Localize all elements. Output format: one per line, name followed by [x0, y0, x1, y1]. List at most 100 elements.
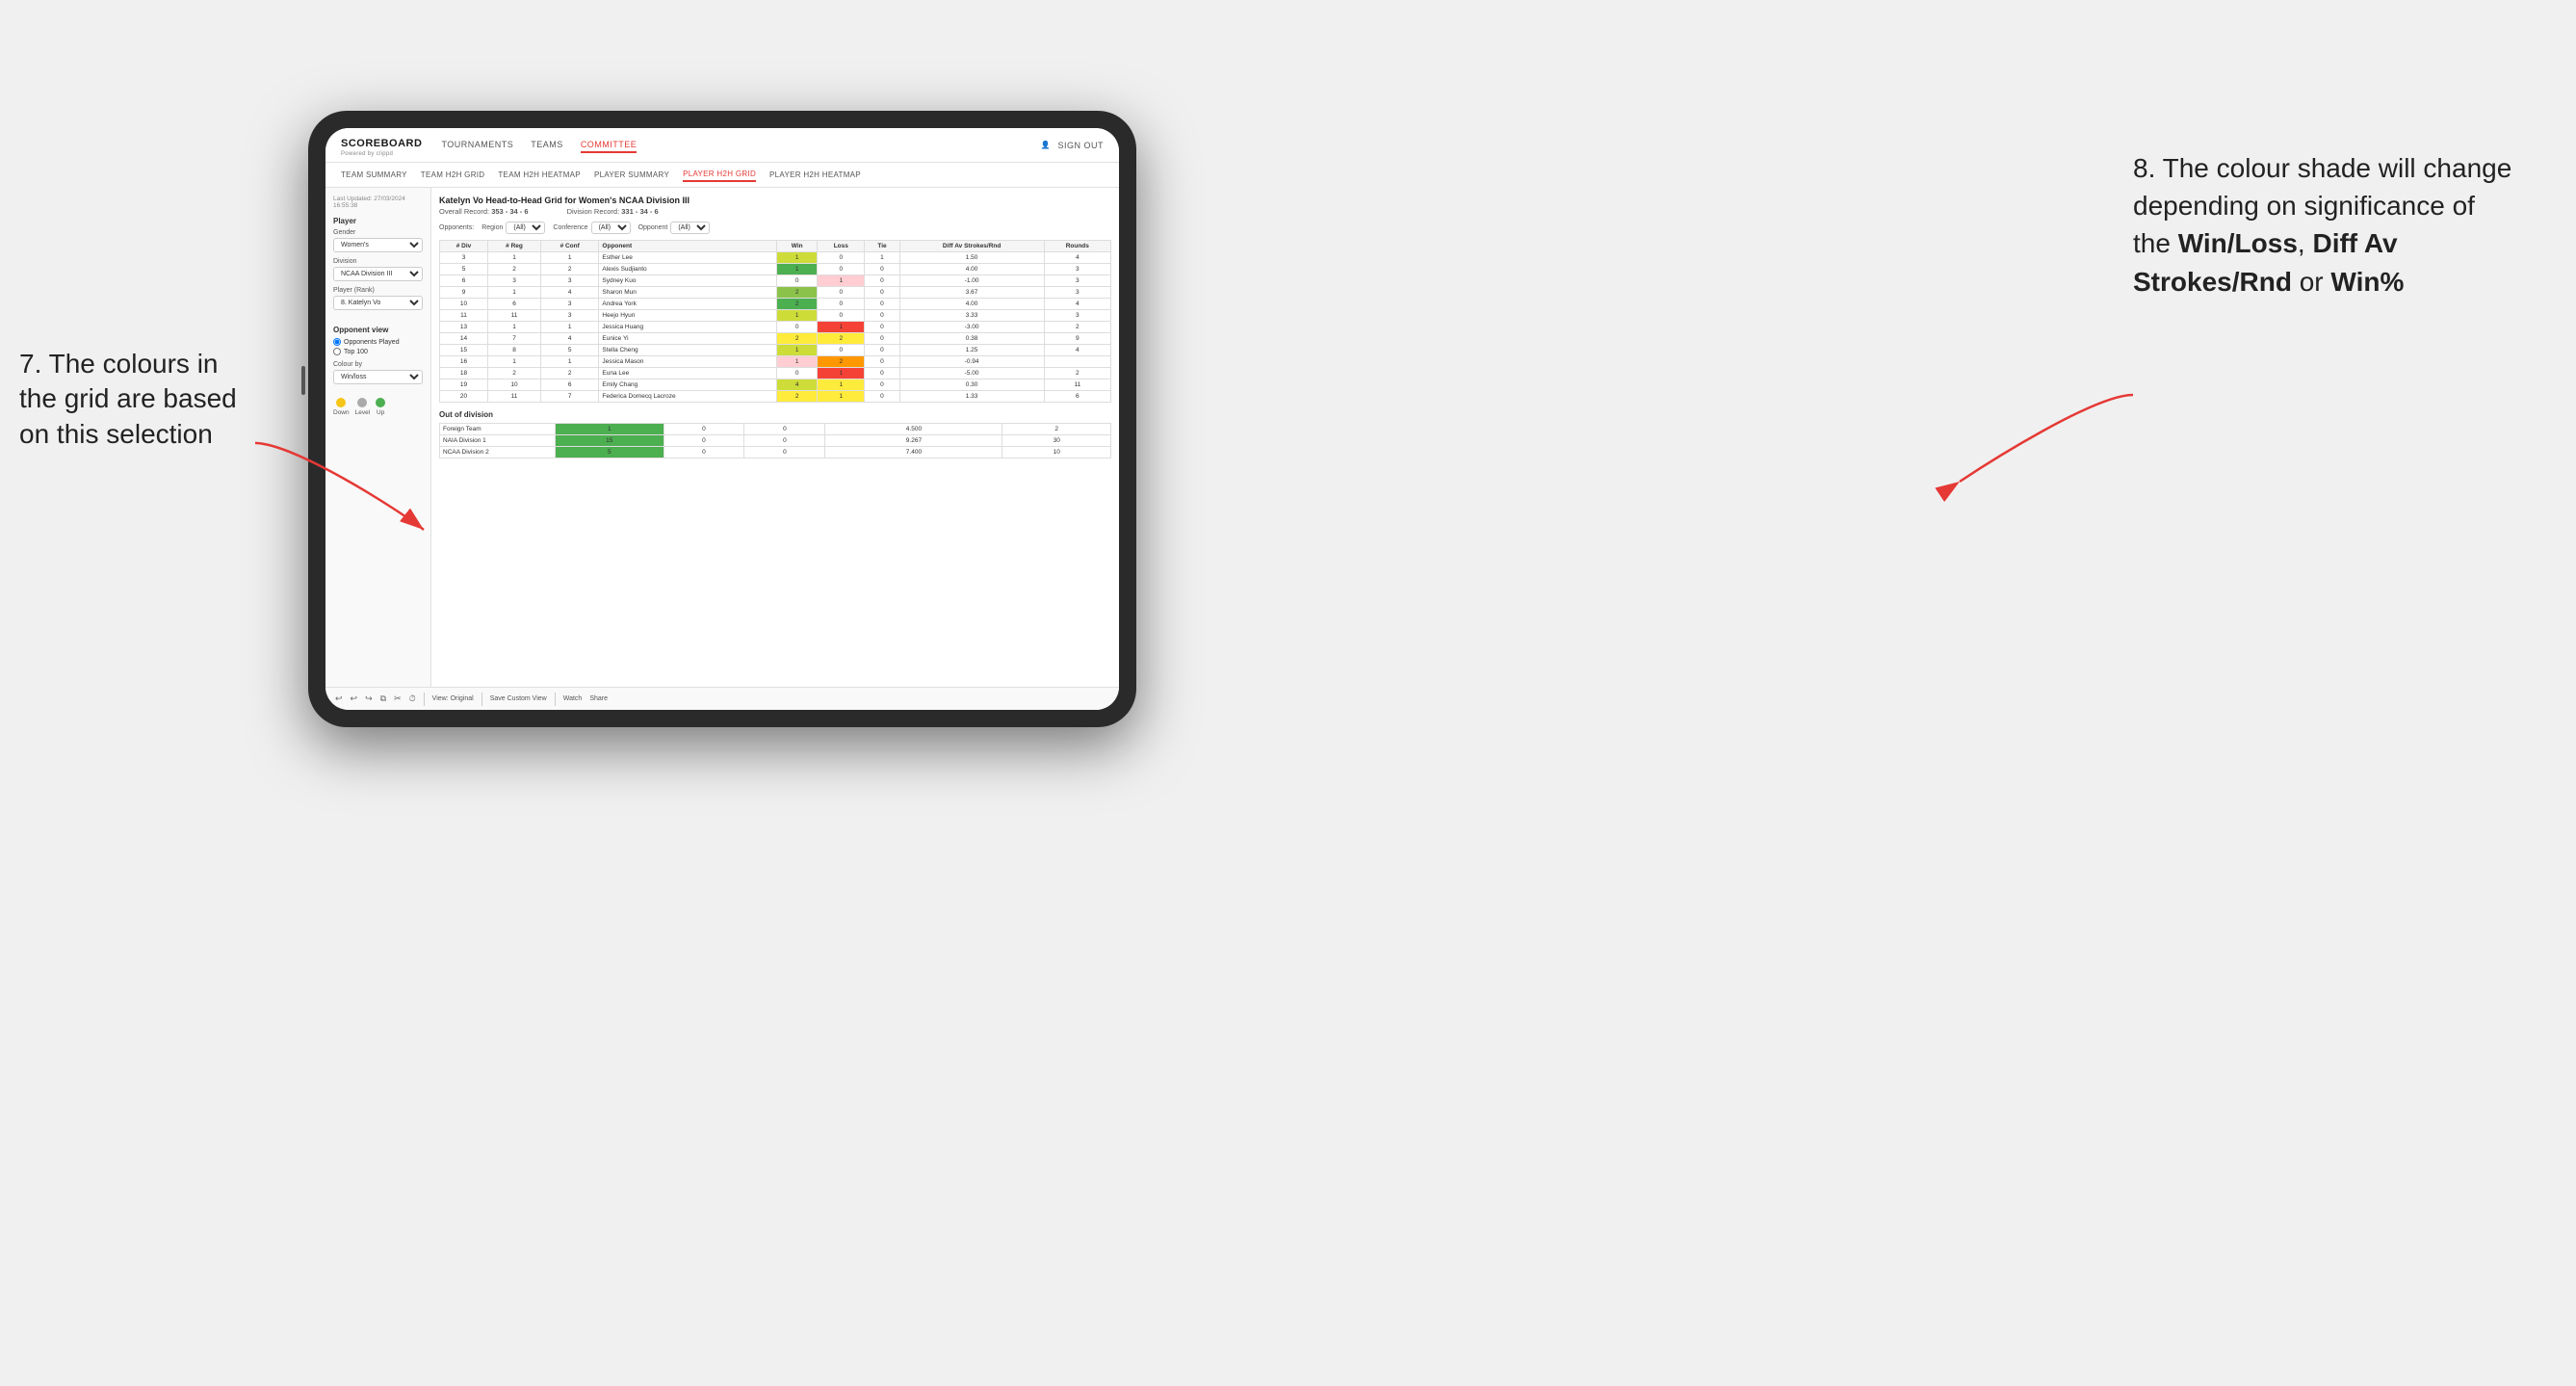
division-record: Division Record: 331 - 34 - 6: [567, 207, 659, 216]
th-opponent: Opponent: [599, 241, 777, 252]
tablet-side-button: [301, 366, 305, 395]
nav-tournaments[interactable]: TOURNAMENTS: [441, 138, 513, 153]
table-row: 3 1 1 Esther Lee 1 0 1 1.50 4: [440, 252, 1111, 264]
nav-teams[interactable]: TEAMS: [531, 138, 563, 153]
cut-icon[interactable]: ✂: [394, 693, 402, 704]
out-of-division-table: Foreign Team 1 0 0 4.500 2 NAIA Division…: [439, 423, 1111, 458]
logo-text: SCOREBOARD: [341, 138, 422, 149]
up-label: Up: [377, 409, 384, 416]
rank-label: Player (Rank): [333, 287, 423, 294]
right-arrow-svg: [1931, 385, 2143, 501]
left-arrow-svg: [246, 433, 438, 549]
annotation-left: 7. The colours in the grid are based on …: [19, 347, 237, 452]
filter-row: Opponents: Region (All) Conference (All): [439, 222, 1111, 234]
out-div-row: NCAA Division 2 5 0 0 7.400 10: [440, 447, 1111, 458]
down-dot: [336, 398, 346, 407]
toolbar-sep-1: [424, 693, 425, 706]
region-label: Region: [481, 224, 503, 231]
share-button[interactable]: Share: [589, 695, 608, 702]
th-tie: Tie: [865, 241, 899, 252]
out-of-division-header: Out of division: [439, 410, 1111, 419]
colour-by-label: Colour by: [333, 361, 423, 368]
th-loss: Loss: [818, 241, 865, 252]
sign-out-button[interactable]: Sign out: [1057, 139, 1104, 152]
table-row: 19 10 6 Emily Chang 4 1 0 0.30 11: [440, 379, 1111, 391]
opponents-filter-label: Opponents:: [439, 224, 474, 231]
th-win: Win: [777, 241, 818, 252]
tablet-screen: SCOREBOARD Powered by clippd TOURNAMENTS…: [325, 128, 1119, 710]
colour-legend: Down Level Up: [333, 398, 423, 416]
sub-nav-team-h2h-grid[interactable]: TEAM H2H GRID: [421, 169, 485, 181]
h2h-table: # Div # Reg # Conf Opponent Win Loss Tie…: [439, 240, 1111, 403]
sub-nav-player-summary[interactable]: PLAYER SUMMARY: [594, 169, 669, 181]
sidebar-timestamp: Last Updated: 27/03/2024 16:55:38: [333, 196, 423, 209]
view-original-button[interactable]: View: Original: [432, 695, 474, 702]
sub-nav-team-summary[interactable]: TEAM SUMMARY: [341, 169, 407, 181]
overall-record: Overall Record: 353 - 34 - 6: [439, 207, 529, 216]
app-header: SCOREBOARD Powered by clippd TOURNAMENTS…: [325, 128, 1119, 163]
division-label: Division: [333, 258, 423, 265]
logo-area: SCOREBOARD Powered by clippd: [341, 134, 422, 157]
nav-committee[interactable]: COMMITTEE: [581, 138, 637, 153]
table-row: 10 6 3 Andrea York 2 0 0 4.00 4: [440, 299, 1111, 310]
sub-nav: TEAM SUMMARY TEAM H2H GRID TEAM H2H HEAT…: [325, 163, 1119, 188]
radio-opponents-played[interactable]: Opponents Played: [333, 338, 423, 346]
grid-area: Katelyn Vo Head-to-Head Grid for Women's…: [431, 188, 1119, 687]
division-select[interactable]: NCAA Division III: [333, 267, 423, 281]
header-right: 👤 Sign out: [1041, 139, 1104, 152]
out-div-row: NAIA Division 1 15 0 0 9.267 30: [440, 435, 1111, 447]
sidebar-player-title: Player: [333, 217, 423, 225]
undo-icon[interactable]: ↩: [335, 693, 343, 704]
redo2-icon[interactable]: ↪: [365, 693, 373, 704]
th-rounds: Rounds: [1044, 241, 1110, 252]
logo-sub: Powered by clippd: [341, 151, 422, 157]
main-nav: TOURNAMENTS TEAMS COMMITTEE: [441, 138, 1040, 153]
opponent-select[interactable]: (All): [670, 222, 710, 234]
toolbar-sep-2: [481, 693, 482, 706]
table-row: 18 2 2 Euna Lee 0 1 0 -5.00 2: [440, 368, 1111, 379]
th-div: # Div: [440, 241, 488, 252]
clock-icon[interactable]: ⏱: [409, 693, 416, 704]
out-div-row: Foreign Team 1 0 0 4.500 2: [440, 424, 1111, 435]
conference-select[interactable]: (All): [591, 222, 631, 234]
table-row: 6 3 3 Sydney Kuo 0 1 0 -1.00 3: [440, 275, 1111, 287]
bottom-toolbar: ↩ ↩ ↪ ⧉ ✂ ⏱ View: Original Save Custom V…: [325, 687, 1119, 710]
copy-icon[interactable]: ⧉: [380, 693, 386, 704]
conference-filter-group: Conference (All): [553, 222, 630, 234]
radio-top-100[interactable]: Top 100: [333, 348, 423, 355]
gender-select[interactable]: Women's: [333, 238, 423, 252]
up-dot: [376, 398, 385, 407]
region-filter-group: Region (All): [481, 222, 545, 234]
table-row: 9 1 4 Sharon Mun 2 0 0 3.67 3: [440, 287, 1111, 299]
table-row: 14 7 4 Eunice Yi 2 2 0 0.38 9: [440, 333, 1111, 345]
level-label: Level: [355, 409, 371, 416]
annotation-right: 8. The colour shade will change dependin…: [2133, 149, 2518, 301]
save-custom-button[interactable]: Save Custom View: [490, 695, 547, 702]
grid-title: Katelyn Vo Head-to-Head Grid for Women's…: [439, 196, 1111, 205]
colour-by-select[interactable]: Win/loss: [333, 370, 423, 384]
table-row: 11 11 3 Heejo Hyun 1 0 0 3.33 3: [440, 310, 1111, 322]
down-label: Down: [333, 409, 350, 416]
redo-icon[interactable]: ↩: [351, 693, 358, 704]
watch-button[interactable]: Watch: [563, 695, 583, 702]
opponent-view-group: Opponents Played Top 100: [333, 338, 423, 355]
th-reg: # Reg: [488, 241, 541, 252]
sub-nav-team-h2h-heatmap[interactable]: TEAM H2H HEATMAP: [498, 169, 581, 181]
table-row: 16 1 1 Jessica Mason 1 2 0 -0.94: [440, 356, 1111, 368]
table-row: 20 11 7 Federica Domecq Lacroze 2 1 0 1.…: [440, 391, 1111, 403]
opponent-label: Opponent: [638, 224, 668, 231]
opponent-view-label: Opponent view: [333, 326, 423, 334]
table-row: 5 2 2 Alexis Sudjianto 1 0 0 4.00 3: [440, 264, 1111, 275]
table-row: 13 1 1 Jessica Huang 0 1 0 -3.00 2: [440, 322, 1111, 333]
gender-label: Gender: [333, 229, 423, 236]
main-content: Last Updated: 27/03/2024 16:55:38 Player…: [325, 188, 1119, 687]
table-row: 15 8 5 Stella Cheng 1 0 0 1.25 4: [440, 345, 1111, 356]
sub-nav-player-h2h-grid[interactable]: PLAYER H2H GRID: [683, 168, 756, 182]
rank-select[interactable]: 8. Katelyn Vo: [333, 296, 423, 310]
region-select[interactable]: (All): [506, 222, 545, 234]
sub-nav-player-h2h-heatmap[interactable]: PLAYER H2H HEATMAP: [769, 169, 861, 181]
grid-subtitle: Overall Record: 353 - 34 - 6 Division Re…: [439, 207, 1111, 216]
th-diff: Diff Av Strokes/Rnd: [899, 241, 1044, 252]
level-dot: [357, 398, 367, 407]
toolbar-sep-3: [555, 693, 556, 706]
